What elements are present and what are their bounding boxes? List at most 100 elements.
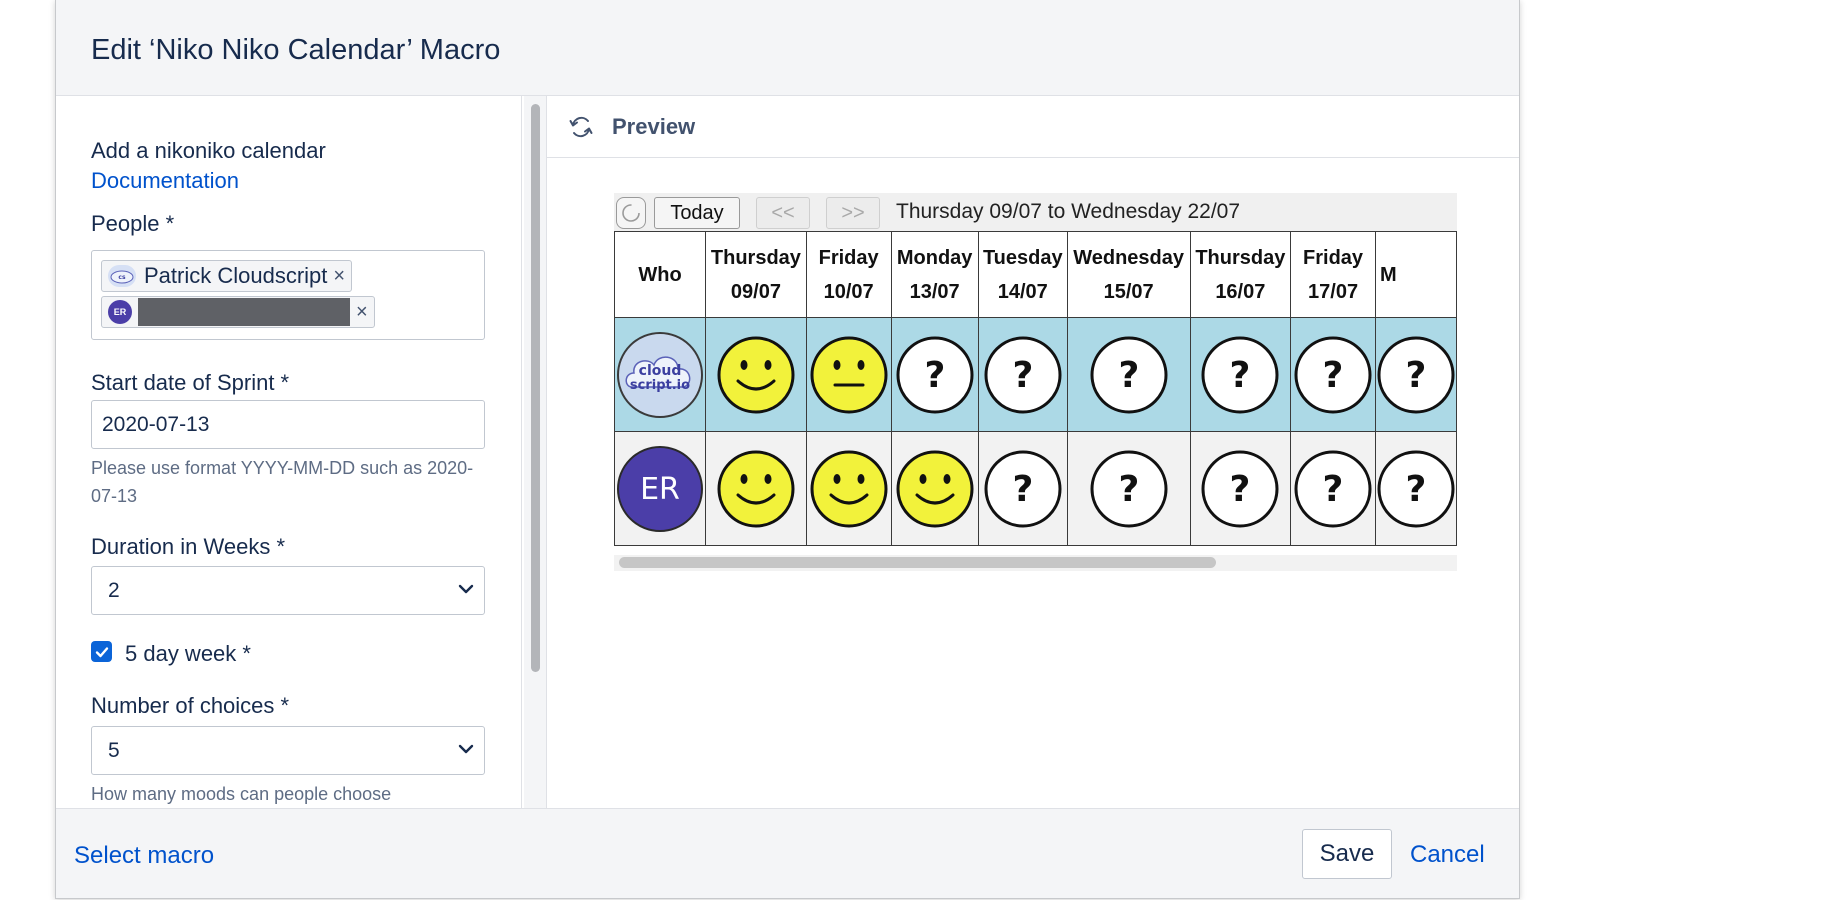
unknown-face-icon: ? — [1294, 450, 1372, 527]
dialog-header: Edit ‘Niko Niko Calendar’ Macro — [56, 0, 1519, 96]
svg-text:?: ? — [1405, 469, 1426, 510]
calendar-refresh-button[interactable] — [616, 197, 646, 229]
table-row: cloud script.io ? ? ? ? ? ? — [614, 317, 1457, 432]
unknown-face-icon: ? — [1090, 450, 1168, 527]
mood-cell[interactable] — [705, 317, 807, 432]
er-avatar: ER — [614, 431, 707, 546]
mood-table: Who Thursday 09/07 Friday 10/07 Monday 13/0… — [614, 231, 1457, 546]
dialog-title: Edit ‘Niko Niko Calendar’ Macro — [91, 34, 501, 66]
cloudscript-avatar-icon: cs — [108, 265, 136, 287]
form-scrollbar[interactable] — [524, 96, 547, 809]
mood-cell[interactable]: ? — [1374, 431, 1457, 546]
duration-label: Duration in Weeks * — [91, 534, 286, 559]
table-header-row: Who Thursday 09/07 Friday 10/07 Monday 13/0… — [614, 231, 1457, 318]
mood-cell[interactable]: ? — [1189, 431, 1292, 546]
dialog-footer: Select macro Save Cancel — [56, 808, 1519, 898]
preview-header: Preview — [547, 96, 1519, 158]
svg-text:script.io: script.io — [630, 378, 690, 393]
unknown-face-icon: ? — [1294, 336, 1372, 413]
cancel-button[interactable]: Cancel — [1410, 841, 1485, 869]
happy-face-icon — [717, 336, 795, 413]
start-date-input[interactable]: 2020-07-13 — [91, 400, 485, 449]
reload-icon — [622, 204, 640, 222]
save-button[interactable]: Save — [1302, 829, 1392, 879]
day-header: Monday 13/07 — [890, 231, 979, 318]
unknown-face-icon: ? — [984, 450, 1062, 527]
calendar-horizontal-scrollbar[interactable] — [614, 555, 1457, 571]
mood-cell[interactable] — [705, 431, 807, 546]
svg-text:?: ? — [1118, 469, 1139, 510]
svg-text:?: ? — [924, 355, 945, 396]
day-header: Thursday 09/07 — [705, 231, 807, 318]
day-header: Friday 17/07 — [1290, 231, 1376, 318]
five-day-week-label: 5 day week * — [125, 641, 251, 666]
svg-text:?: ? — [1012, 469, 1033, 510]
mood-cell[interactable]: ? — [1374, 317, 1457, 432]
calendar-scrollbar-thumb[interactable] — [619, 557, 1216, 568]
svg-text:?: ? — [1230, 469, 1251, 510]
mood-cell[interactable]: ? — [977, 431, 1068, 546]
people-label: People * — [91, 211, 175, 236]
day-header: Friday 10/07 — [805, 231, 892, 318]
checkmark-icon — [95, 646, 108, 657]
mood-cell[interactable]: ? — [1290, 317, 1376, 432]
people-picker[interactable]: cs Patrick Cloudscript × ER × — [91, 250, 485, 340]
day-header: M — [1374, 231, 1457, 318]
form-scrollbar-thumb[interactable] — [531, 104, 540, 672]
today-button[interactable]: Today — [654, 197, 740, 229]
page-backdrop — [0, 0, 56, 900]
choices-help: How many moods can people choose — [91, 784, 392, 804]
mood-cell[interactable]: ? — [1066, 431, 1191, 546]
start-date-label: Start date of Sprint * — [91, 370, 290, 395]
mood-cell[interactable] — [805, 431, 892, 546]
person-chip: ER × — [101, 296, 375, 328]
mood-cell[interactable]: ? — [890, 317, 979, 432]
macro-description: Add a nikoniko calendar — [91, 138, 326, 163]
happy-face-icon — [896, 450, 974, 527]
cloudscript-avatar: cloud script.io — [614, 317, 707, 432]
mood-cell[interactable]: ? — [1290, 431, 1376, 546]
next-period-button[interactable]: >> — [826, 197, 880, 229]
mood-cell[interactable]: ? — [1066, 317, 1191, 432]
date-range-label: Thursday 09/07 to Wednesday 22/07 — [896, 200, 1241, 223]
duration-value: 2 — [108, 578, 120, 602]
person-chip: cs Patrick Cloudscript × — [101, 260, 353, 292]
unknown-face-icon: ? — [1201, 450, 1279, 527]
mood-cell[interactable]: ? — [977, 317, 1068, 432]
calendar-toolbar: Today << >> Thursday 09/07 to Wednesday … — [614, 193, 1457, 231]
mood-cell[interactable]: ? — [1189, 317, 1292, 432]
select-macro-link[interactable]: Select macro — [74, 842, 214, 870]
preview-title: Preview — [612, 114, 696, 139]
svg-text:?: ? — [1118, 355, 1139, 396]
chevron-down-icon — [458, 584, 474, 594]
svg-text:cs: cs — [118, 274, 126, 281]
macro-edit-dialog: Edit ‘Niko Niko Calendar’ Macro Add a ni… — [55, 0, 1520, 899]
documentation-link[interactable]: Documentation — [91, 168, 239, 194]
day-header: Tuesday 14/07 — [977, 231, 1068, 318]
remove-person-icon[interactable]: × — [333, 265, 345, 288]
who-header: Who — [614, 231, 707, 318]
day-header: Wednesday 15/07 — [1066, 231, 1191, 318]
svg-text:?: ? — [1405, 355, 1426, 396]
remove-person-icon[interactable]: × — [356, 301, 368, 324]
person-chip-label: Patrick Cloudscript — [144, 263, 328, 288]
choices-label: Number of choices * — [91, 693, 290, 718]
unknown-face-icon: ? — [1377, 450, 1455, 527]
unknown-face-icon: ? — [1090, 336, 1168, 413]
mood-cell[interactable] — [805, 317, 892, 432]
refresh-icon[interactable] — [567, 113, 595, 141]
svg-text:?: ? — [1323, 355, 1344, 396]
chevron-down-icon — [458, 744, 474, 754]
happy-face-icon — [717, 450, 795, 527]
unknown-face-icon: ? — [1377, 336, 1455, 413]
mood-cell[interactable] — [890, 431, 979, 546]
choices-value: 5 — [108, 738, 120, 762]
start-date-help: Please use format YYYY-MM-DD such as 202… — [91, 458, 474, 506]
five-day-week-checkbox[interactable] — [91, 641, 112, 662]
redacted-name — [138, 298, 350, 326]
svg-text:cloud: cloud — [639, 363, 682, 379]
duration-select[interactable]: 2 — [91, 566, 485, 615]
previous-period-button[interactable]: << — [756, 197, 810, 229]
choices-select[interactable]: 5 — [91, 726, 485, 775]
svg-text:?: ? — [1230, 355, 1251, 396]
